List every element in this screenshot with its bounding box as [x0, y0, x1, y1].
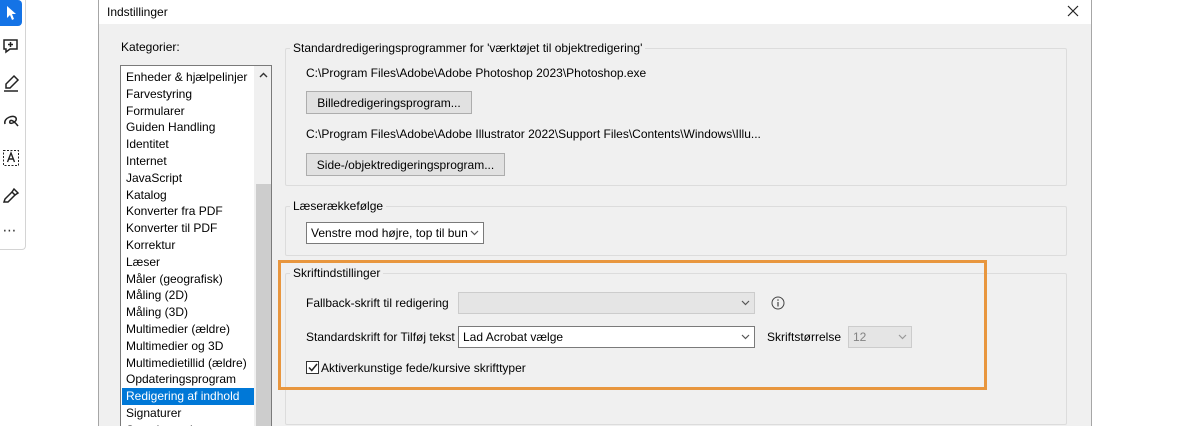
object-editor-path: C:\Program Files\Adobe\Adobe Illustrator…	[306, 127, 761, 141]
screen: ⋯ Indstillinger Kategorier: Enheder & hj…	[0, 0, 1200, 426]
pointer-icon	[7, 6, 16, 20]
more-tools-icon[interactable]: ⋯	[0, 222, 20, 239]
scroll-thumb[interactable]	[256, 184, 271, 426]
category-item[interactable]: Stavekontrol	[122, 422, 255, 426]
object-editor-button[interactable]: Side-/objektredigeringsprogram...	[306, 153, 505, 176]
category-item[interactable]: Konverter til PDF	[122, 220, 255, 237]
text-tool[interactable]	[0, 145, 22, 171]
image-editor-path: C:\Program Files\Adobe\Adobe Photoshop 2…	[306, 66, 647, 80]
freehand-icon	[4, 115, 19, 127]
categories-list[interactable]: Enheder & hjælpelinjer Farvestyring Formul…	[120, 65, 272, 426]
highlight-tool[interactable]	[0, 70, 22, 96]
category-item[interactable]: Måling (3D)	[122, 304, 255, 321]
scroll-up-button[interactable]	[255, 66, 271, 83]
sign-tool[interactable]	[0, 182, 22, 208]
category-item[interactable]: Formularer	[122, 103, 255, 120]
category-item[interactable]: Måler (geografisk)	[122, 271, 255, 288]
category-item[interactable]: Redigering af indhold	[122, 388, 255, 406]
category-item[interactable]: Multimedietillid (ældre)	[122, 355, 255, 372]
image-editor-button[interactable]: Billedredigeringsprogram...	[306, 91, 472, 114]
categories-scrollbar[interactable]	[254, 66, 271, 426]
add-comment-icon	[3, 39, 18, 54]
reading-order-select[interactable]: Venstre mod højre, top til bunc	[306, 222, 484, 244]
category-item[interactable]: Identitet	[122, 136, 255, 153]
draw-tool[interactable]	[0, 108, 22, 134]
preferences-dialog: Indstillinger Kategorier: Enheder & hjæl…	[98, 0, 1092, 426]
category-item[interactable]: Måling (2D)	[122, 287, 255, 304]
editors-group-title: Standardredigeringsprogrammer for 'værkt…	[290, 41, 646, 55]
chevron-up-icon	[259, 72, 268, 77]
left-toolbar: ⋯	[0, 0, 26, 250]
category-item[interactable]: JavaScript	[122, 170, 255, 187]
category-item[interactable]: Opdateringsprogram	[122, 371, 255, 388]
chevron-down-icon	[468, 227, 480, 239]
highlight-box	[278, 260, 987, 390]
category-item[interactable]: Signaturer	[122, 405, 255, 422]
category-item[interactable]: Katalog	[122, 187, 255, 204]
close-icon	[1067, 5, 1079, 17]
dialog-title: Indstillinger	[107, 5, 168, 19]
category-item[interactable]: Konverter fra PDF	[122, 203, 255, 220]
category-item[interactable]: Multimedier og 3D	[122, 338, 255, 355]
text-box-icon	[3, 150, 19, 166]
category-item[interactable]: Multimedier (ældre)	[122, 321, 255, 338]
category-item[interactable]: Farvestyring	[122, 86, 255, 103]
category-item[interactable]: Læser	[122, 254, 255, 271]
categories-label: Kategorier:	[121, 40, 180, 54]
comment-tool[interactable]	[0, 33, 22, 59]
title-bar: Indstillinger	[99, 0, 1091, 24]
select-tool[interactable]	[0, 0, 22, 26]
marker-icon	[4, 74, 20, 92]
category-item[interactable]: Guiden Handling	[122, 119, 255, 136]
close-button[interactable]	[1063, 1, 1083, 21]
category-item[interactable]: Enheder & hjælpelinjer	[122, 69, 255, 86]
pen-icon	[2, 187, 20, 203]
reading-order-value: Venstre mod højre, top til bunc	[311, 226, 474, 240]
category-item[interactable]: Korrektur	[122, 237, 255, 254]
category-item[interactable]: Internet	[122, 153, 255, 170]
reading-order-title: Læserækkefølge	[290, 199, 387, 213]
